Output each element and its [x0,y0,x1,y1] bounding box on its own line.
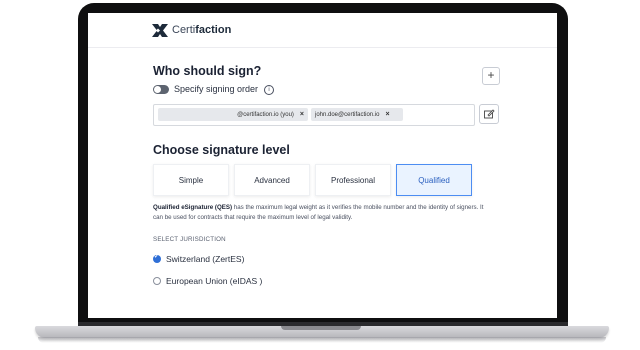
laptop-base-shadow [38,337,606,343]
signer-chip: @certifaction.io (you) × [158,108,308,121]
signing-order-label: Specify signing order [174,84,259,94]
app-screen: Certifaction Who should sign? + Specify … [88,13,557,318]
radio-checked-icon[interactable] [153,253,161,263]
level-professional-option[interactable]: Professional [315,164,391,196]
brand-name[interactable]: Certifaction [172,24,231,36]
signer-chip: john.doe@certifaction.io × [311,108,403,121]
signing-order-toggle[interactable] [153,85,169,94]
level-advanced-option[interactable]: Advanced [234,164,310,196]
laptop-notch [281,326,361,330]
certifaction-logo-icon [152,24,168,37]
signer-chip-email: john.doe@certifaction.io [315,112,380,118]
jurisdiction-option-label: European Union (eIDAS ) [166,276,263,286]
add-signer-button[interactable]: + [482,67,500,85]
top-bar: Certifaction [88,13,557,48]
level-qualified-option[interactable]: Qualified [396,164,472,196]
level-simple-option[interactable]: Simple [153,164,229,196]
edit-signers-button[interactable] [479,104,499,124]
level-description: Qualified eSignature (QES) has the maxim… [153,203,488,222]
signer-chip-email: @certifaction.io (you) [237,112,294,118]
brand-name-bold: faction [195,24,232,36]
signer-input[interactable]: @certifaction.io (you) × john.doe@certifa… [153,104,475,126]
jurisdiction-option-label: Switzerland (ZertES) [166,254,245,264]
radio-unchecked-icon[interactable] [153,277,161,285]
info-icon[interactable]: i [264,85,274,95]
edit-icon [484,109,495,119]
remove-signer-icon[interactable]: × [385,111,389,118]
brand-name-light: Certi [172,24,196,36]
jurisdiction-label: SELECT JURISDICTION [153,236,226,243]
plus-icon: + [487,68,495,82]
signature-level-title: Choose signature level [153,143,290,157]
level-description-bold: Qualified eSignature (QES) [153,204,233,211]
remove-signer-icon[interactable]: × [300,111,304,118]
signers-title: Who should sign? [153,64,262,78]
